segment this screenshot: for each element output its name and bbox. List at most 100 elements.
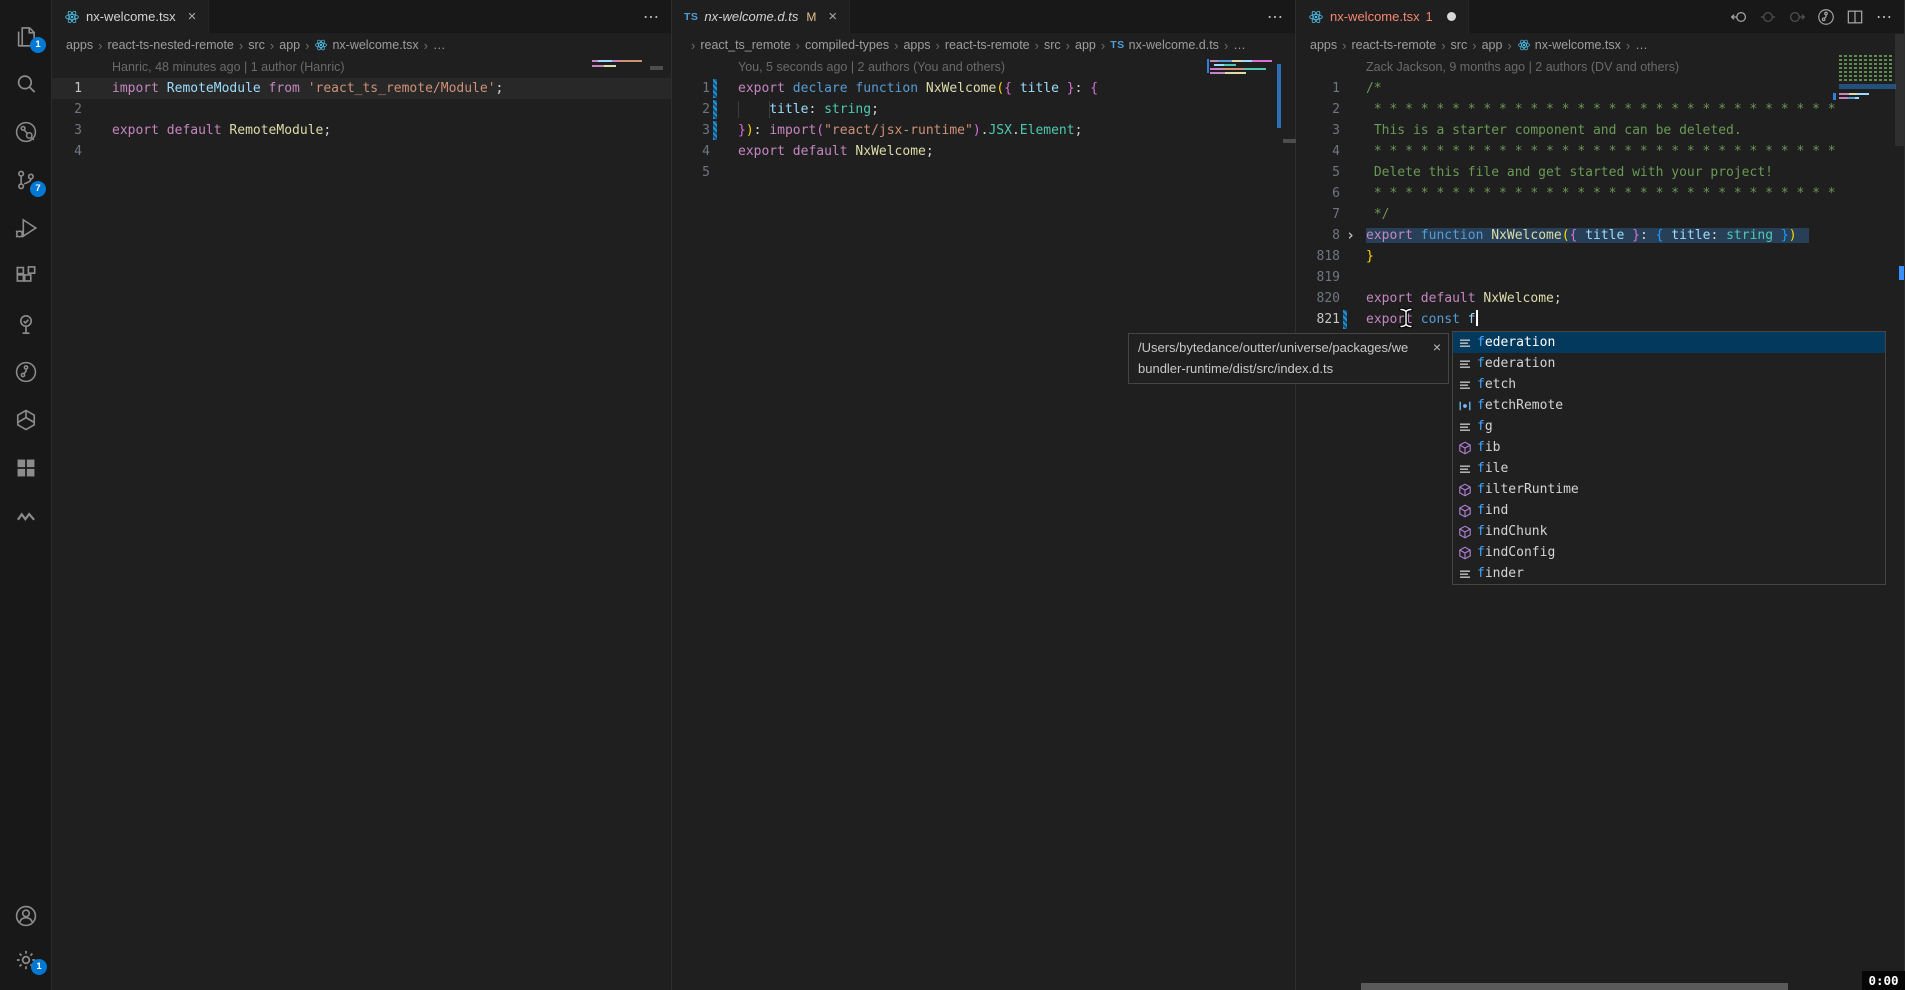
- code-line[interactable]: 819: [1296, 267, 1904, 288]
- close-icon[interactable]: ×: [1433, 337, 1441, 358]
- code-line[interactable]: 3 This is a starter component and can be…: [1296, 120, 1904, 141]
- activity-item-settings[interactable]: 1: [0, 938, 52, 982]
- more-actions[interactable]: ⋯: [1874, 7, 1894, 27]
- code-line[interactable]: 2: [52, 99, 671, 120]
- editor-content[interactable]: Zack Jackson, 9 months ago | 2 authors (…: [1296, 57, 1904, 330]
- code-line[interactable]: 2 title: string;: [672, 99, 1295, 120]
- code-line[interactable]: 5: [672, 162, 1295, 183]
- suggest-item[interactable]: fg: [1453, 416, 1885, 437]
- code-line[interactable]: 3export default RemoteModule;: [52, 120, 671, 141]
- suggest-label: etch: [1485, 377, 1516, 392]
- activity-item-commit-graph[interactable]: [0, 348, 51, 396]
- breadcrumb-item[interactable]: apps: [903, 38, 930, 52]
- minimap: [1210, 72, 1246, 74]
- editor-content[interactable]: Hanric, 48 minutes ago | 1 author (Hanri…: [52, 57, 671, 162]
- breadcrumb-item[interactable]: src: [1451, 38, 1468, 52]
- breadcrumb: apps›react-ts-nested-remote›src›app›nx-w…: [52, 33, 671, 57]
- suggest-item[interactable]: findConfig: [1453, 542, 1885, 563]
- breadcrumb-item[interactable]: react-ts-nested-remote: [107, 38, 233, 52]
- navigate-forward[interactable]: [1787, 7, 1807, 27]
- code-line[interactable]: 8›export function NxWelcome({ title }: {…: [1296, 225, 1904, 246]
- activity-item-accounts[interactable]: [0, 894, 52, 938]
- breadcrumb-item[interactable]: react-ts-remote: [945, 38, 1030, 52]
- suggest-item[interactable]: fetch: [1453, 374, 1885, 395]
- line-number: 5: [1304, 162, 1340, 183]
- suggest-item[interactable]: federation: [1453, 353, 1885, 374]
- minimap-slider[interactable]: [1895, 34, 1904, 146]
- activity-item-explorer[interactable]: 1: [0, 12, 51, 60]
- suggest-item[interactable]: federation: [1453, 332, 1885, 353]
- horizontal-scrollbar[interactable]: [1361, 983, 1788, 990]
- navigate-back[interactable]: [1729, 7, 1749, 27]
- suggest-item[interactable]: findChunk: [1453, 521, 1885, 542]
- code-line[interactable]: 4: [52, 141, 671, 162]
- suggest-item[interactable]: file: [1453, 458, 1885, 479]
- minimap[interactable]: [592, 60, 642, 62]
- commit-graph[interactable]: [1816, 7, 1836, 27]
- activity-item-grid-extension[interactable]: [0, 444, 51, 492]
- code-line[interactable]: 4export default NxWelcome;: [672, 141, 1295, 162]
- line-number: 7: [1304, 204, 1340, 225]
- code-line[interactable]: 1/*: [1296, 78, 1904, 99]
- close-icon[interactable]: ×: [828, 9, 837, 24]
- code-line[interactable]: 818}: [1296, 246, 1904, 267]
- line-tokens: }): import("react/jsx-runtime").JSX.Elem…: [738, 123, 1082, 138]
- breadcrumb-label: react-ts-remote: [945, 38, 1030, 52]
- code-line[interactable]: 1import RemoteModule from 'react_ts_remo…: [52, 78, 671, 99]
- close-icon[interactable]: ×: [188, 9, 197, 24]
- more-actions[interactable]: ⋯: [1265, 7, 1285, 27]
- activity-item-source-control[interactable]: 7: [0, 156, 51, 204]
- blame-row: Zack Jackson, 9 months ago | 2 authors (…: [1296, 57, 1904, 78]
- suggest-item[interactable]: find: [1453, 500, 1885, 521]
- breadcrumb-item[interactable]: app: [1075, 38, 1096, 52]
- breadcrumb-item[interactable]: TSnx-welcome.d.ts: [1110, 38, 1219, 52]
- breadcrumb-item[interactable]: nx-welcome.tsx: [1517, 38, 1621, 52]
- more-icon: ⋯: [1267, 7, 1283, 27]
- fold-collapsed-icon[interactable]: ›: [1346, 225, 1355, 245]
- breadcrumb-item[interactable]: nx-welcome.tsx: [314, 38, 418, 52]
- code-line[interactable]: 821export const f: [1296, 309, 1904, 330]
- breadcrumb-item[interactable]: compiled-types: [805, 38, 889, 52]
- activity-item-test-tree[interactable]: [0, 300, 51, 348]
- editor-tab[interactable]: nx-welcome.tsx×: [52, 0, 209, 33]
- more-actions[interactable]: ⋯: [641, 7, 661, 27]
- activity-item-run-and-debug[interactable]: [0, 204, 51, 252]
- code-line[interactable]: 5 Delete this file and get started with …: [1296, 162, 1904, 183]
- suggest-item[interactable]: finder: [1453, 563, 1885, 584]
- breadcrumb: ›react_ts_remote›compiled-types›apps›rea…: [672, 33, 1295, 57]
- breadcrumb-item[interactable]: react_ts_remote: [700, 38, 790, 52]
- nav-neutral[interactable]: [1758, 7, 1778, 27]
- split-editor[interactable]: [1845, 7, 1865, 27]
- breadcrumb-item[interactable]: …: [433, 38, 446, 52]
- breadcrumb-item[interactable]: src: [248, 38, 265, 52]
- breadcrumb-item[interactable]: …: [1635, 38, 1648, 52]
- activity-item-hex-extension[interactable]: [0, 396, 51, 444]
- code-line[interactable]: 820export default NxWelcome;: [1296, 288, 1904, 309]
- suggest-item[interactable]: fetchRemote: [1453, 395, 1885, 416]
- editor-tab[interactable]: nx-welcome.tsx1: [1296, 0, 1469, 33]
- breadcrumb-item[interactable]: apps: [1310, 38, 1337, 52]
- breadcrumb-item[interactable]: …: [1233, 38, 1246, 52]
- code-line[interactable]: 2 * * * * * * * * * * * * * * * * * * * …: [1296, 99, 1904, 120]
- activity-item-search[interactable]: [0, 60, 51, 108]
- line-content: import RemoteModule from 'react_ts_remot…: [112, 78, 503, 99]
- breadcrumb-item[interactable]: apps: [66, 38, 93, 52]
- activity-item-wave-extension[interactable]: [0, 492, 51, 540]
- breadcrumb-item[interactable]: react-ts-remote: [1351, 38, 1436, 52]
- editor-tab[interactable]: TSnx-welcome.d.tsM×: [672, 0, 850, 33]
- suggest-item[interactable]: filterRuntime: [1453, 479, 1885, 500]
- editor-content[interactable]: You, 5 seconds ago | 2 authors (You and …: [672, 57, 1295, 183]
- breadcrumb-item[interactable]: app: [1482, 38, 1503, 52]
- minimap[interactable]: [1839, 55, 1893, 57]
- activity-item-extensions[interactable]: [0, 252, 51, 300]
- code-line[interactable]: 4 * * * * * * * * * * * * * * * * * * * …: [1296, 141, 1904, 162]
- code-line[interactable]: 3}): import("react/jsx-runtime").JSX.Ele…: [672, 120, 1295, 141]
- code-line[interactable]: 1export declare function NxWelcome({ tit…: [672, 78, 1295, 99]
- breadcrumb-item[interactable]: app: [279, 38, 300, 52]
- breadcrumb-item[interactable]: src: [1044, 38, 1061, 52]
- minimap[interactable]: [1210, 60, 1272, 62]
- activity-item-gitlens[interactable]: [0, 108, 51, 156]
- suggest-item[interactable]: fib: [1453, 437, 1885, 458]
- code-line[interactable]: 6 * * * * * * * * * * * * * * * * * * * …: [1296, 183, 1904, 204]
- code-line[interactable]: 7 */: [1296, 204, 1904, 225]
